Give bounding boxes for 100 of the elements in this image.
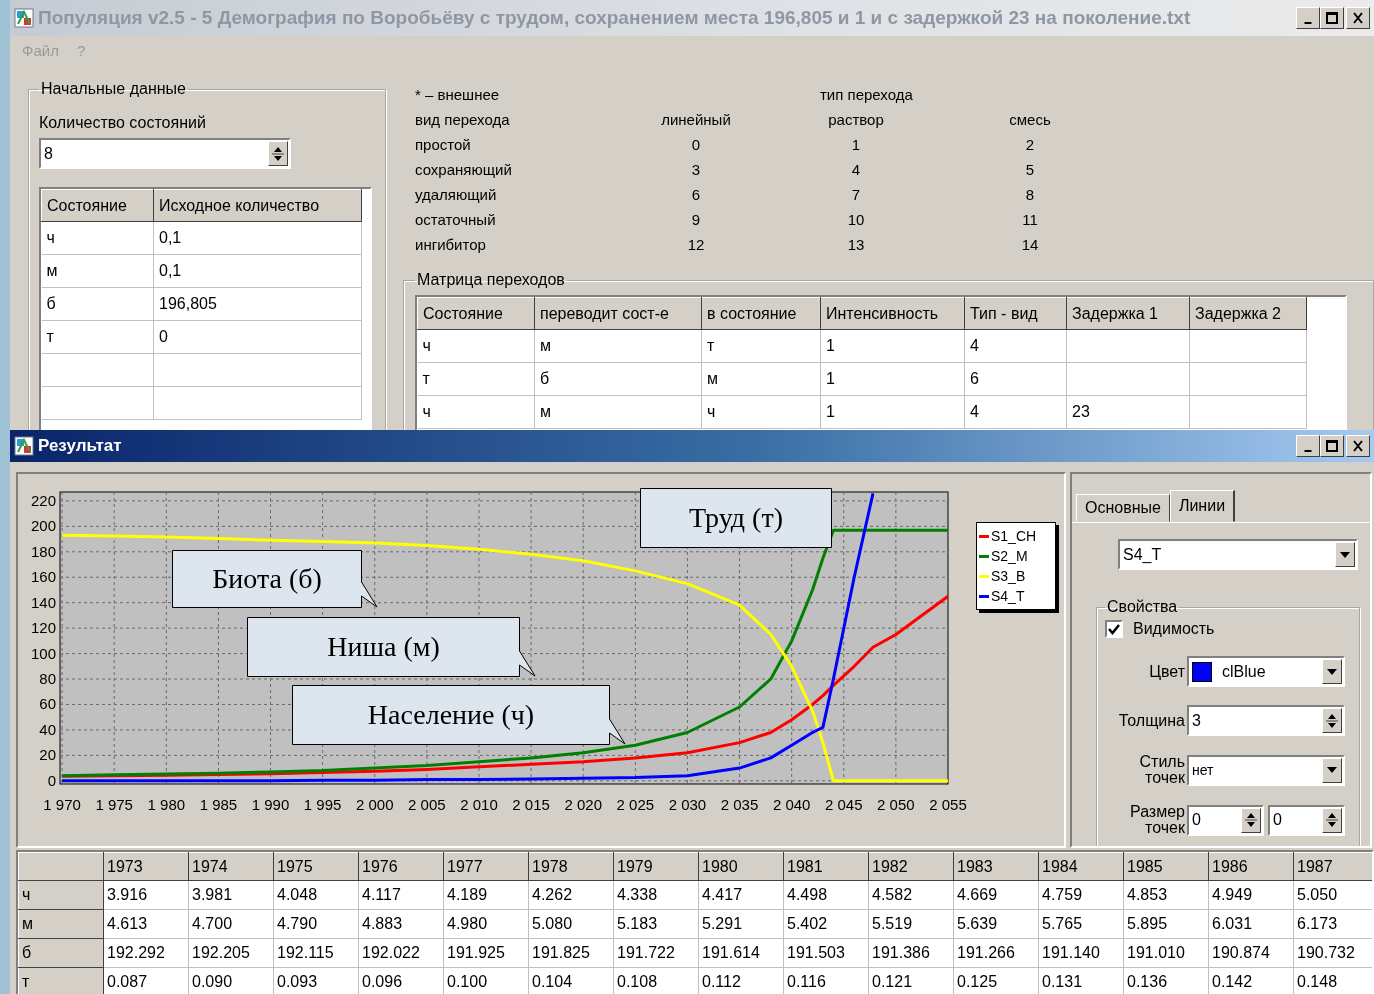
maximize-button[interactable]: [1320, 435, 1344, 457]
row-header: б: [18, 938, 104, 968]
column-header: Задержка 1: [1066, 297, 1190, 330]
legend-value: 4: [850, 161, 862, 178]
tick-label: 100: [30, 644, 56, 662]
column-header: 1973: [103, 852, 189, 881]
table-cell: 191.266: [953, 938, 1039, 968]
table-cell: 191.386: [868, 938, 954, 968]
tick-label: 2 025: [616, 796, 655, 813]
table-cell: м: [534, 395, 702, 429]
table-cell: 191.010: [1123, 938, 1209, 968]
column-header: Задержка 2: [1189, 297, 1307, 330]
tab[interactable]: Основные: [1076, 494, 1170, 522]
legend-value: 11: [1021, 211, 1039, 228]
column-header: 1976: [358, 852, 444, 881]
tick-label: 80: [39, 670, 56, 688]
table-cell: 4.883: [358, 909, 444, 939]
table-cell: 192.292: [103, 938, 189, 968]
tick-label: 1 990: [251, 796, 290, 813]
table-cell: 4.790: [273, 909, 359, 939]
legend-label: S1_CH: [991, 528, 1037, 544]
minimize-icon: [1304, 449, 1312, 453]
spin-button[interactable]: [1241, 807, 1261, 833]
table-cell: ч: [41, 221, 154, 255]
tick-label: 40: [39, 720, 56, 738]
table-cell: 191.722: [613, 938, 699, 968]
table-cell: 191.503: [783, 938, 869, 968]
dropdown-button[interactable]: [1322, 757, 1342, 783]
table-cell: 0.136: [1123, 967, 1209, 994]
number-field[interactable]: 0: [1187, 804, 1264, 836]
checkbox[interactable]: [1105, 620, 1123, 638]
table-cell: 4.613: [103, 909, 189, 939]
table-cell: м: [41, 254, 154, 288]
table-cell: 23: [1066, 395, 1190, 429]
table-cell: ч: [417, 395, 535, 429]
dropdown-button[interactable]: [1335, 542, 1355, 567]
column-header: 1987: [1293, 852, 1372, 881]
column-header: 1980: [698, 852, 784, 881]
legend-heading: смесь: [1008, 111, 1052, 128]
minimize-button[interactable]: [1296, 7, 1320, 29]
app-icon: [14, 8, 34, 28]
column-header: 1978: [528, 852, 614, 881]
spin-button[interactable]: [1322, 708, 1342, 733]
maximize-button[interactable]: [1320, 7, 1344, 29]
legend-value: 12: [686, 236, 706, 253]
row-header: м: [18, 909, 104, 939]
tab[interactable]: Линии: [1169, 490, 1236, 522]
close-button[interactable]: [1346, 7, 1370, 29]
table-cell: 4.980: [443, 909, 529, 939]
tick-label: 2 030: [668, 796, 707, 813]
checkbox-label: Видимость: [1133, 620, 1215, 638]
table-cell: 0.148: [1293, 967, 1372, 994]
column-header: 1986: [1208, 852, 1294, 881]
tick-label: 2 015: [512, 796, 550, 813]
table-cell: 4: [964, 329, 1067, 363]
tick-label: 2 010: [460, 796, 498, 813]
table-cell: 4.338: [613, 880, 699, 910]
legend-label: простой: [415, 136, 472, 153]
caret-icon: [1326, 766, 1338, 774]
color-dropdown[interactable]: clBlue: [1187, 656, 1345, 687]
row-header: ч: [18, 880, 104, 910]
minimize-button[interactable]: [1296, 435, 1320, 457]
tick-label: 220: [30, 491, 56, 509]
dropdown[interactable]: S4_T: [1118, 539, 1358, 570]
callout: Биота (б): [172, 550, 378, 608]
table-cell: 6: [964, 362, 1067, 396]
table-cell: 4.669: [953, 880, 1039, 910]
column-header: 1983: [953, 852, 1039, 881]
legend-label: сохраняющий: [415, 161, 513, 178]
tick-label: 2 020: [564, 796, 602, 813]
table-cell: 0.093: [273, 967, 359, 994]
table-cell: 0.104: [528, 967, 614, 994]
table-cell: 4.759: [1038, 880, 1124, 910]
column-header: 1984: [1038, 852, 1124, 881]
legend-heading: тип перехода: [819, 86, 914, 103]
table-cell: 4.189: [443, 880, 529, 910]
table-cell: ч: [417, 329, 535, 363]
spin-button[interactable]: [1322, 807, 1342, 833]
legend-label: S3_B: [991, 568, 1026, 584]
table-cell: 191.140: [1038, 938, 1124, 968]
tick-label: 1 980: [147, 796, 186, 813]
close-button[interactable]: [1346, 435, 1370, 457]
dropdown-button[interactable]: [1322, 659, 1342, 684]
table-cell: 192.022: [358, 938, 444, 968]
table-cell: 6.031: [1208, 909, 1294, 939]
group-title: Начальные данные: [40, 80, 187, 98]
table-cell: 4.417: [698, 880, 784, 910]
legend-value: 6: [690, 186, 702, 203]
table-cell: 4.853: [1123, 880, 1209, 910]
number-field[interactable]: 0: [1268, 804, 1345, 836]
number-field[interactable]: 8: [39, 138, 291, 169]
column-header: Тип - вид: [964, 297, 1067, 330]
table-cell: б: [41, 287, 154, 321]
tick-label: 1 995: [303, 796, 342, 813]
tick-label: 2 055: [929, 796, 967, 813]
dropdown[interactable]: нет: [1187, 754, 1345, 786]
table-cell: 0.087: [103, 967, 189, 994]
tick-label: 200: [30, 517, 56, 535]
number-field[interactable]: 3: [1187, 705, 1345, 736]
spin-button[interactable]: [268, 141, 288, 166]
